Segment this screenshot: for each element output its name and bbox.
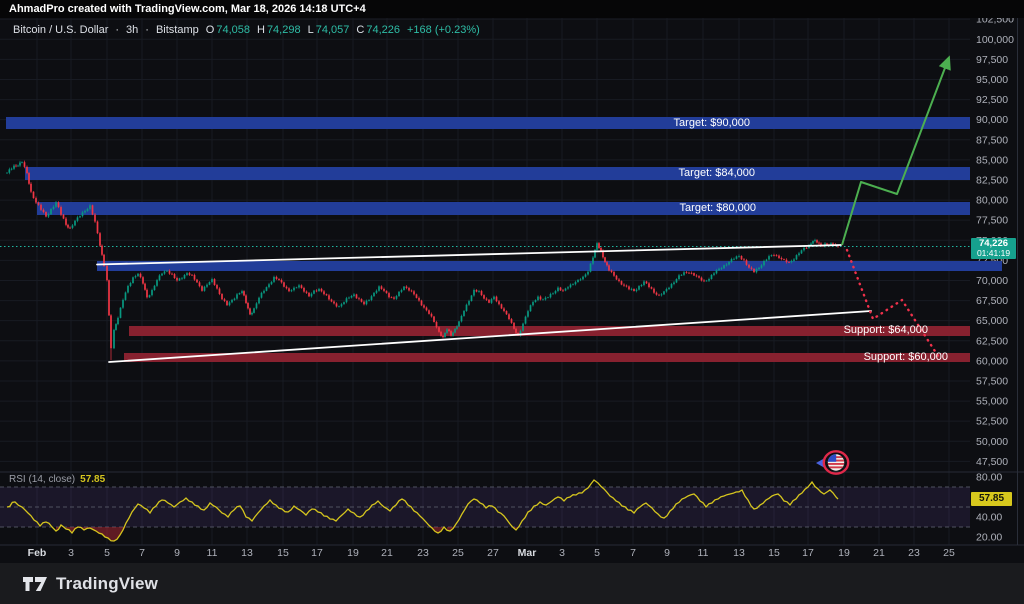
svg-text:25: 25: [943, 547, 955, 559]
legend-separator: ·: [145, 24, 149, 36]
svg-text:7: 7: [630, 547, 636, 559]
change-value: +168 (+0.23%): [407, 24, 480, 36]
symbol-name: Bitcoin / U.S. Dollar: [13, 24, 108, 36]
svg-text:20.00: 20.00: [976, 532, 1002, 544]
legend-separator: ·: [115, 24, 119, 36]
svg-text:11: 11: [698, 547, 709, 559]
svg-text:17: 17: [311, 547, 323, 559]
attribution-bar: AhmadPro created with TradingView.com, M…: [0, 0, 1024, 18]
low-label: L: [308, 24, 314, 36]
svg-text:40.00: 40.00: [976, 512, 1002, 524]
svg-text:50,000: 50,000: [976, 436, 1008, 448]
svg-text:9: 9: [174, 547, 180, 559]
low-value: 74,057: [316, 24, 350, 36]
symbol-legend[interactable]: Bitcoin / U.S. Dollar · 3h · Bitstamp O7…: [13, 24, 480, 36]
pane-separators: [0, 18, 1024, 545]
svg-text:60,000: 60,000: [976, 355, 1008, 367]
svg-text:23: 23: [417, 547, 429, 559]
target-84000-label[interactable]: Target: $84,000: [679, 168, 755, 179]
tradingview-logo[interactable]: TradingView: [22, 574, 158, 594]
svg-text:82,500: 82,500: [976, 174, 1008, 186]
svg-text:7: 7: [139, 547, 145, 559]
svg-text:55,000: 55,000: [976, 396, 1008, 408]
svg-text:5: 5: [594, 547, 600, 559]
tradingview-logo-mark-icon: [22, 576, 48, 592]
svg-text:Mar: Mar: [518, 547, 537, 559]
svg-text:70,000: 70,000: [976, 275, 1008, 287]
target-90000-label[interactable]: Target: $90,000: [674, 118, 750, 129]
svg-text:13: 13: [733, 547, 745, 559]
svg-text:47,500: 47,500: [976, 456, 1008, 468]
svg-text:9: 9: [664, 547, 670, 559]
footer: TradingView: [0, 563, 1024, 604]
svg-text:13: 13: [241, 547, 253, 559]
open-value: 74,058: [216, 24, 250, 36]
svg-text:15: 15: [768, 547, 780, 559]
support-64000-label[interactable]: Support: $64,000: [844, 325, 928, 336]
rsi-title: RSI (14, close): [9, 474, 75, 485]
rsi-indicator-legend[interactable]: RSI (14, close) 57.85: [9, 474, 105, 485]
svg-text:57,500: 57,500: [976, 375, 1008, 387]
svg-text:21: 21: [381, 547, 393, 559]
high-label: H: [257, 24, 265, 36]
svg-text:3: 3: [559, 547, 565, 559]
svg-text:27: 27: [487, 547, 499, 559]
flag-sticker-icon[interactable]: [814, 448, 852, 483]
svg-text:25: 25: [452, 547, 464, 559]
open-label: O: [206, 24, 215, 36]
svg-text:67,500: 67,500: [976, 295, 1008, 307]
current-price-label: 74,226 01:41:19: [971, 238, 1016, 259]
attribution-text: AhmadPro created with TradingView.com, M…: [9, 3, 366, 15]
svg-text:19: 19: [838, 547, 850, 559]
close-value: 74,226: [366, 24, 400, 36]
svg-text:90,000: 90,000: [976, 114, 1008, 126]
rsi-axis-value-label: 57.85: [971, 492, 1012, 506]
svg-text:11: 11: [207, 547, 218, 559]
svg-text:23: 23: [908, 547, 920, 559]
tradingview-brand-text: TradingView: [56, 574, 158, 594]
tradingview-chart-screenshot: 102,500100,00097,50095,00092,50090,00087…: [0, 0, 1024, 604]
svg-text:3: 3: [68, 547, 74, 559]
svg-text:95,000: 95,000: [976, 74, 1008, 86]
axis-labels-layer[interactable]: 102,500100,00097,50095,00092,50090,00087…: [28, 14, 1014, 559]
rsi-current-value: 57.85: [80, 474, 105, 485]
svg-text:52,500: 52,500: [976, 416, 1008, 428]
svg-text:77,500: 77,500: [976, 215, 1008, 227]
interval-label: 3h: [126, 24, 138, 36]
svg-text:19: 19: [347, 547, 359, 559]
svg-text:85,000: 85,000: [976, 154, 1008, 166]
svg-text:87,500: 87,500: [976, 134, 1008, 146]
svg-text:21: 21: [873, 547, 885, 559]
svg-text:62,500: 62,500: [976, 335, 1008, 347]
svg-text:100,000: 100,000: [976, 34, 1014, 46]
target-80000-label[interactable]: Target: $80,000: [680, 203, 756, 214]
rsi-pane-layer: [0, 480, 970, 541]
svg-text:80,000: 80,000: [976, 195, 1008, 207]
exchange-label: Bitstamp: [156, 24, 199, 36]
price-chart-canvas[interactable]: 102,500100,00097,50095,00092,50090,00087…: [0, 0, 1024, 604]
svg-text:Feb: Feb: [28, 547, 47, 559]
svg-text:97,500: 97,500: [976, 54, 1008, 66]
svg-text:17: 17: [802, 547, 814, 559]
svg-text:92,500: 92,500: [976, 94, 1008, 106]
svg-text:65,000: 65,000: [976, 315, 1008, 327]
high-value: 74,298: [267, 24, 301, 36]
svg-text:5: 5: [104, 547, 110, 559]
close-label: C: [356, 24, 364, 36]
bar-countdown: 01:41:19: [971, 249, 1016, 258]
svg-text:15: 15: [277, 547, 289, 559]
svg-text:80.00: 80.00: [976, 472, 1002, 484]
support-60000-label[interactable]: Support: $60,000: [864, 352, 948, 363]
